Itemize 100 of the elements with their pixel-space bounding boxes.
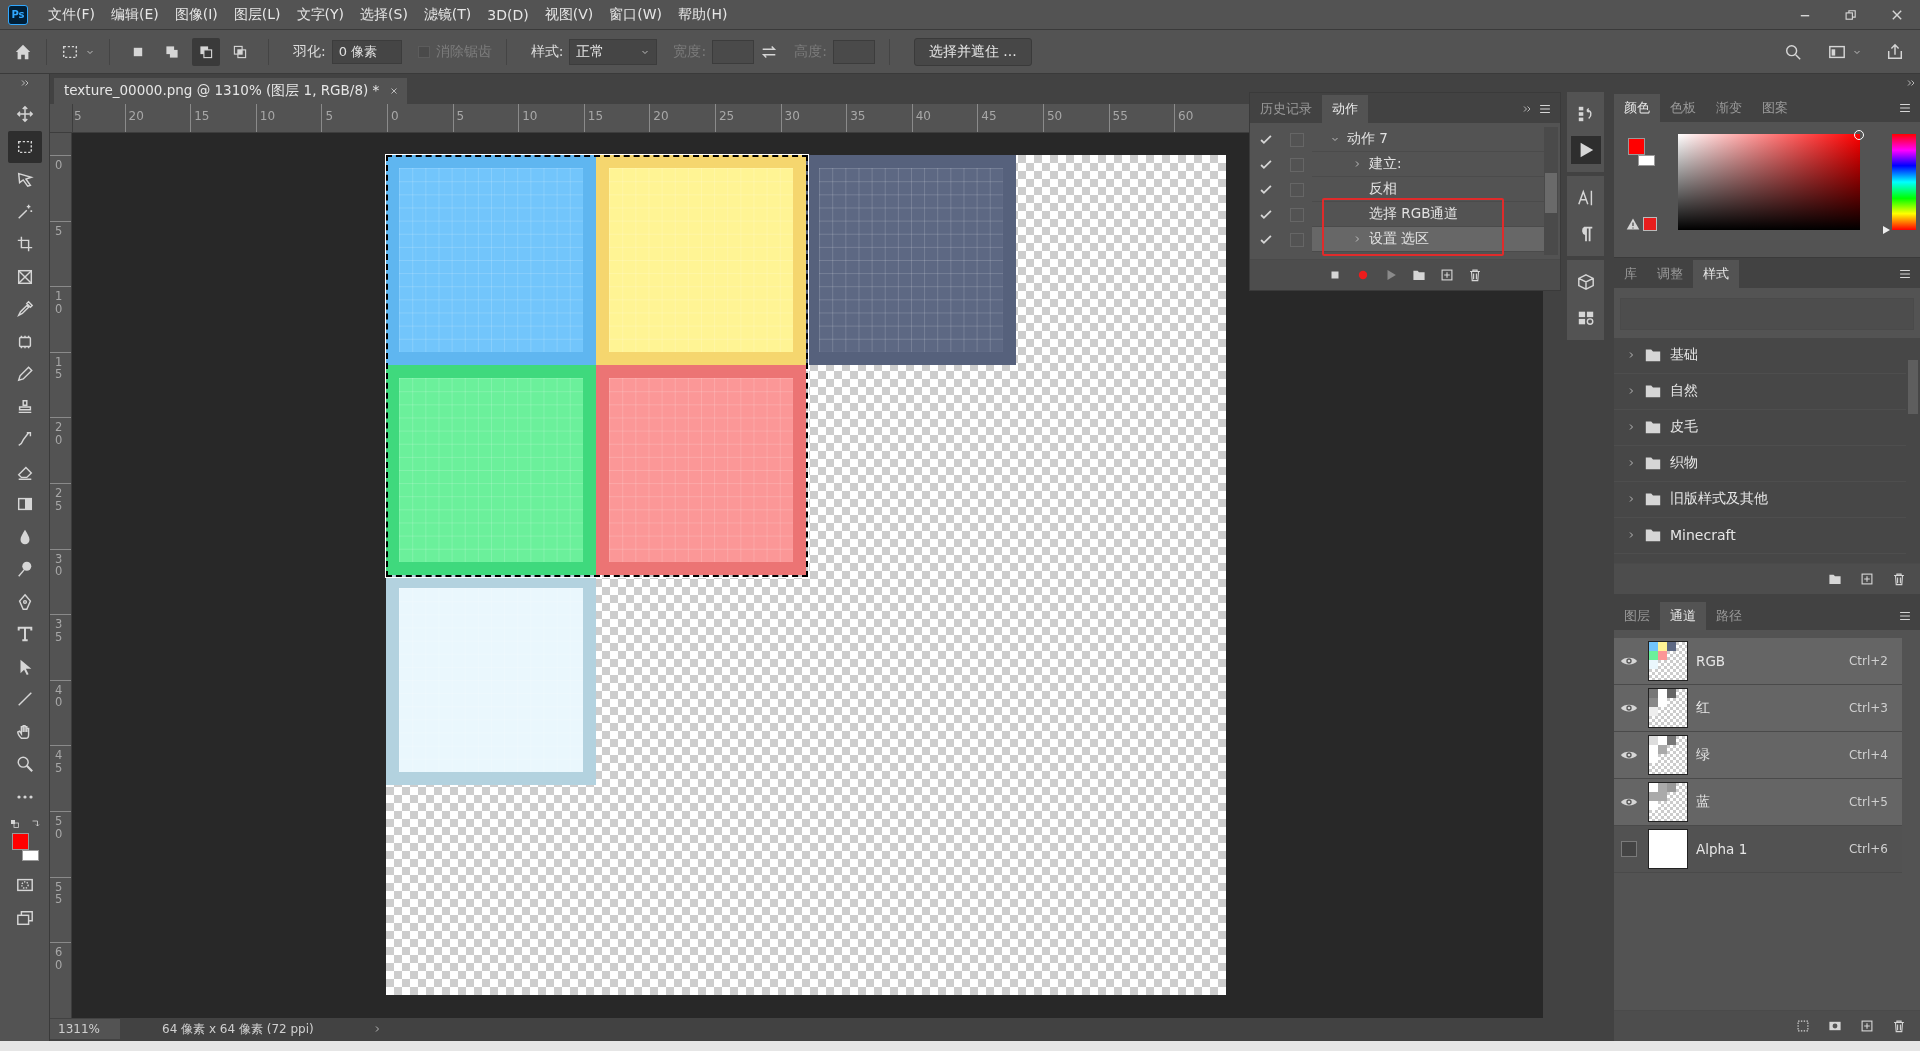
channel-row[interactable]: 绿 Ctrl+4 <box>1614 732 1902 780</box>
scrollbar[interactable] <box>1544 127 1558 255</box>
share-icon[interactable] <box>1886 42 1904 61</box>
panel-tab[interactable]: 调整 <box>1647 259 1693 288</box>
visibility-toggle[interactable] <box>1621 841 1637 858</box>
folder-icon[interactable] <box>1412 268 1426 282</box>
new-item-icon[interactable] <box>1860 572 1874 587</box>
checkmark-icon[interactable] <box>1259 232 1273 247</box>
mask-icon[interactable] <box>1828 1019 1842 1033</box>
panel-tab[interactable]: 颜色 <box>1614 94 1660 122</box>
panel-tab[interactable]: 图案 <box>1752 94 1798 122</box>
ruler-label: 25 <box>55 486 63 513</box>
feather-field[interactable]: 0 像素 <box>331 39 402 64</box>
close-icon[interactable] <box>389 86 400 96</box>
menu-item[interactable]: 滤镜(T) <box>415 5 480 24</box>
new-item-icon[interactable] <box>1860 1019 1874 1033</box>
menu-item[interactable]: 窗口(W) <box>601 5 671 24</box>
grid-icon[interactable] <box>1576 309 1595 327</box>
hue-slider-handle[interactable] <box>1883 226 1890 234</box>
checkmark-icon[interactable] <box>1259 157 1273 172</box>
menu-item[interactable]: 帮助(H) <box>670 5 736 24</box>
home-icon[interactable] <box>14 42 32 61</box>
channel-row[interactable]: 红 Ctrl+3 <box>1614 685 1902 733</box>
panel-tab[interactable]: 通道 <box>1660 602 1706 631</box>
menu-item[interactable]: 视图(V) <box>536 5 602 24</box>
folder-label: 自然 <box>1670 382 1698 401</box>
feather-label: 羽化: <box>293 42 326 61</box>
gamut-color-swatch[interactable] <box>1643 216 1657 231</box>
dodge-icon <box>15 560 34 579</box>
expand-icon[interactable] <box>1522 104 1532 114</box>
folder-label: 旧版样式及其他 <box>1670 490 1768 509</box>
style-folder-row[interactable]: 基础 <box>1614 337 1906 374</box>
channel-row[interactable]: Alpha 1 Ctrl+6 <box>1614 826 1902 874</box>
channel-row[interactable]: RGB Ctrl+2 <box>1614 638 1902 686</box>
ruler-label: 50 <box>1046 109 1063 123</box>
ruler-label: 35 <box>55 618 63 644</box>
shortcut-label: Ctrl+5 <box>1848 795 1889 810</box>
checkmark-icon[interactable] <box>1259 132 1273 147</box>
default-colors-icon[interactable] <box>9 819 20 829</box>
color-field[interactable] <box>1678 134 1860 230</box>
trash-icon[interactable] <box>1892 1019 1906 1033</box>
ruler-label: 60 <box>1178 109 1194 123</box>
style-dropdown[interactable]: 正常 <box>569 38 658 65</box>
restore-icon[interactable] <box>1844 7 1858 22</box>
ruler-label: 0 <box>55 159 63 172</box>
menu-item[interactable]: 文件(F) <box>40 5 103 24</box>
folder-icon[interactable] <box>1828 572 1842 587</box>
panel-tab[interactable]: 渐变 <box>1706 94 1752 122</box>
style-folder-row[interactable]: Minecraft <box>1614 517 1906 554</box>
checkmark-icon[interactable] <box>1259 207 1273 222</box>
select-and-mask-button[interactable]: 选择并遮住 ... <box>913 37 1032 66</box>
pencil-icon <box>15 365 34 384</box>
cube-icon[interactable] <box>1576 273 1595 291</box>
channel-row[interactable]: 蓝 Ctrl+5 <box>1614 779 1902 827</box>
menu-item[interactable]: 文字(Y) <box>288 5 353 24</box>
trash-icon[interactable] <box>1892 572 1906 587</box>
panel-menu-icon[interactable] <box>1538 102 1552 116</box>
checkmark-icon[interactable] <box>1259 182 1273 197</box>
collapse-icon[interactable] <box>1906 78 1916 88</box>
menu-item[interactable]: 选择(S) <box>352 5 416 24</box>
background-color-swatch[interactable] <box>1638 155 1655 166</box>
subtract-selection-button[interactable] <box>192 37 220 66</box>
background-color-swatch[interactable] <box>21 850 39 861</box>
ruler-label: 40 <box>55 683 63 710</box>
add-selection-icon <box>165 44 179 59</box>
action-row[interactable]: 设置 选区 <box>1312 227 1544 252</box>
panel-tab[interactable]: 样式 <box>1693 259 1739 288</box>
rectangle-marquee-tool[interactable] <box>7 130 42 163</box>
panel-tab[interactable]: 图层 <box>1614 602 1660 631</box>
menu-item[interactable]: 图像(I) <box>166 5 226 24</box>
panel-tab[interactable]: 库 <box>1614 259 1647 288</box>
new-item-icon[interactable] <box>1440 268 1454 282</box>
action-row[interactable]: 动作 7 <box>1312 127 1544 152</box>
style-folder-row[interactable]: 皮毛 <box>1614 409 1906 446</box>
foreground-color-swatch[interactable] <box>1628 138 1645 155</box>
expand-icon[interactable] <box>19 78 30 88</box>
zoom-field[interactable]: 1311% <box>50 1019 120 1039</box>
action-row[interactable]: 建立: <box>1312 152 1544 177</box>
panel-tab[interactable]: 历史记录 <box>1250 95 1322 123</box>
style-folder-row[interactable]: 自然 <box>1614 373 1906 410</box>
menu-item[interactable]: 编辑(E) <box>103 5 167 24</box>
ruler-label: 20 <box>55 421 63 447</box>
dotted-selection-icon[interactable] <box>1796 1019 1810 1033</box>
trash-icon[interactable] <box>1468 268 1482 282</box>
zoom-icon <box>15 755 34 774</box>
style-folder-row[interactable]: 织物 <box>1614 445 1906 482</box>
document-tab[interactable]: texture_00000.png @ 1310% (图层 1, RGB/8) * <box>54 78 408 104</box>
menu-item[interactable]: 3D(D) <box>479 6 537 23</box>
foreground-color-swatch[interactable] <box>11 833 29 850</box>
panel-tab[interactable]: 路径 <box>1706 602 1752 631</box>
panel-tab[interactable]: 动作 <box>1322 95 1368 123</box>
ruler-label: 55 <box>55 880 63 906</box>
style-folder-row[interactable]: 旧版样式及其他 <box>1614 481 1906 518</box>
menu-item[interactable]: 图层(L) <box>225 5 289 24</box>
screen-mode-icon[interactable] <box>15 908 34 927</box>
character-icon[interactable] <box>1576 189 1595 207</box>
search-icon[interactable] <box>1784 42 1802 61</box>
panel-menu-icon[interactable] <box>1898 101 1912 115</box>
panel-tab[interactable]: 色板 <box>1660 94 1706 122</box>
action-label: 动作 7 <box>1347 130 1388 148</box>
